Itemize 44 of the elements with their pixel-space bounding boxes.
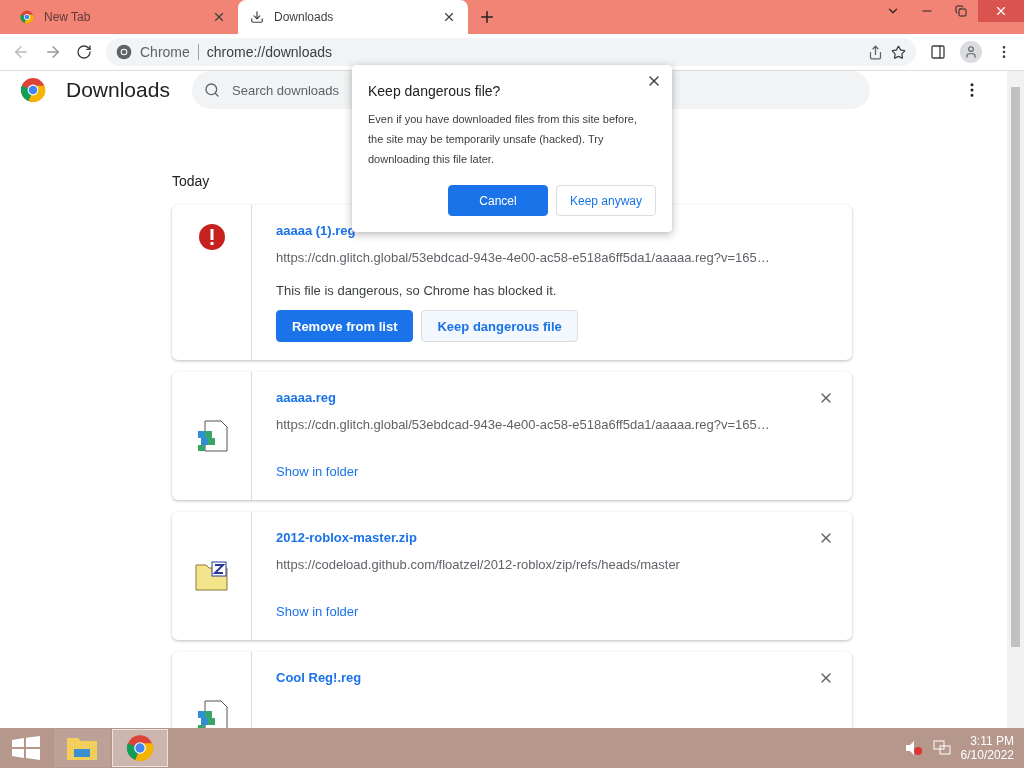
action-button[interactable]: Remove from list: [276, 310, 414, 342]
show-in-folder-link[interactable]: Show in folder: [276, 464, 359, 479]
taskbar-app[interactable]: [112, 729, 168, 767]
browser-tab[interactable]: Downloads: [238, 0, 468, 34]
folder-icon: [66, 735, 98, 761]
side-panel-icon[interactable]: [930, 44, 946, 60]
file-name-link[interactable]: Cool Reg!.reg: [276, 670, 362, 685]
dialog-button[interactable]: Keep anyway: [556, 185, 656, 216]
zip-folder-icon: [194, 561, 229, 591]
share-icon[interactable]: [868, 44, 883, 60]
taskbar-app[interactable]: [54, 729, 110, 767]
star-icon[interactable]: [891, 44, 906, 60]
new-tab-icon[interactable]: [478, 8, 496, 26]
forward-icon[interactable]: [44, 43, 62, 61]
search-icon: [204, 82, 220, 98]
close-icon[interactable]: [212, 10, 226, 24]
download-icon: [250, 10, 264, 24]
source-url: https://codeload.github.com/floatzel/2012-roblox/zip/refs/heads/master: [276, 557, 681, 572]
file-name-link[interactable]: aaaaa.reg: [276, 390, 336, 405]
dialog-title: Keep dangerous file?: [368, 83, 502, 99]
browser-tab[interactable]: New Tab: [8, 0, 238, 34]
chrome-logo-icon: [20, 10, 34, 24]
section-heading: Today: [172, 173, 210, 189]
address-bar[interactable]: Chrome chrome://downloads: [106, 38, 916, 66]
dialog-message: Even if you have downloaded files from this site before, the site may be temporarily unsafe (hacked). Try downloading this file later.: [368, 112, 639, 167]
source-url: https://cdn.glitch.global/53ebdcad-943e-4e00-ac58-e518a6ff5da1/aaaaa.reg?v=165…: [276, 417, 771, 432]
close-icon[interactable]: [442, 10, 456, 24]
file-name-link[interactable]: 2012-roblox-master.zip: [276, 530, 417, 545]
reload-icon[interactable]: [76, 44, 92, 60]
chrome-logo-icon: [116, 44, 132, 60]
scrollbar[interactable]: [1007, 71, 1024, 728]
taskbar-clock[interactable]: 3:11 PM 6/10/2022: [960, 734, 1014, 762]
page-title: Downloads: [66, 78, 171, 102]
profile-icon[interactable]: [960, 41, 982, 63]
warning-text: This file is dangerous, so Chrome has blocked it.: [276, 283, 558, 298]
action-button[interactable]: Keep dangerous file: [421, 310, 578, 342]
source-url: https://cdn.glitch.global/53ebdcad-943e-4e00-ac58-e518a6ff5da1/aaaaa.reg?v=165…: [276, 250, 771, 265]
dialog-button[interactable]: Cancel: [448, 185, 548, 216]
chrome-logo-icon: [20, 77, 46, 103]
show-in-folder-link[interactable]: Show in folder: [276, 604, 359, 619]
muted-speaker-icon[interactable]: [904, 740, 923, 756]
file-name-link[interactable]: aaaaa (1).reg: [276, 223, 356, 238]
warning-icon: [197, 223, 226, 251]
chrome-icon: [126, 734, 154, 762]
